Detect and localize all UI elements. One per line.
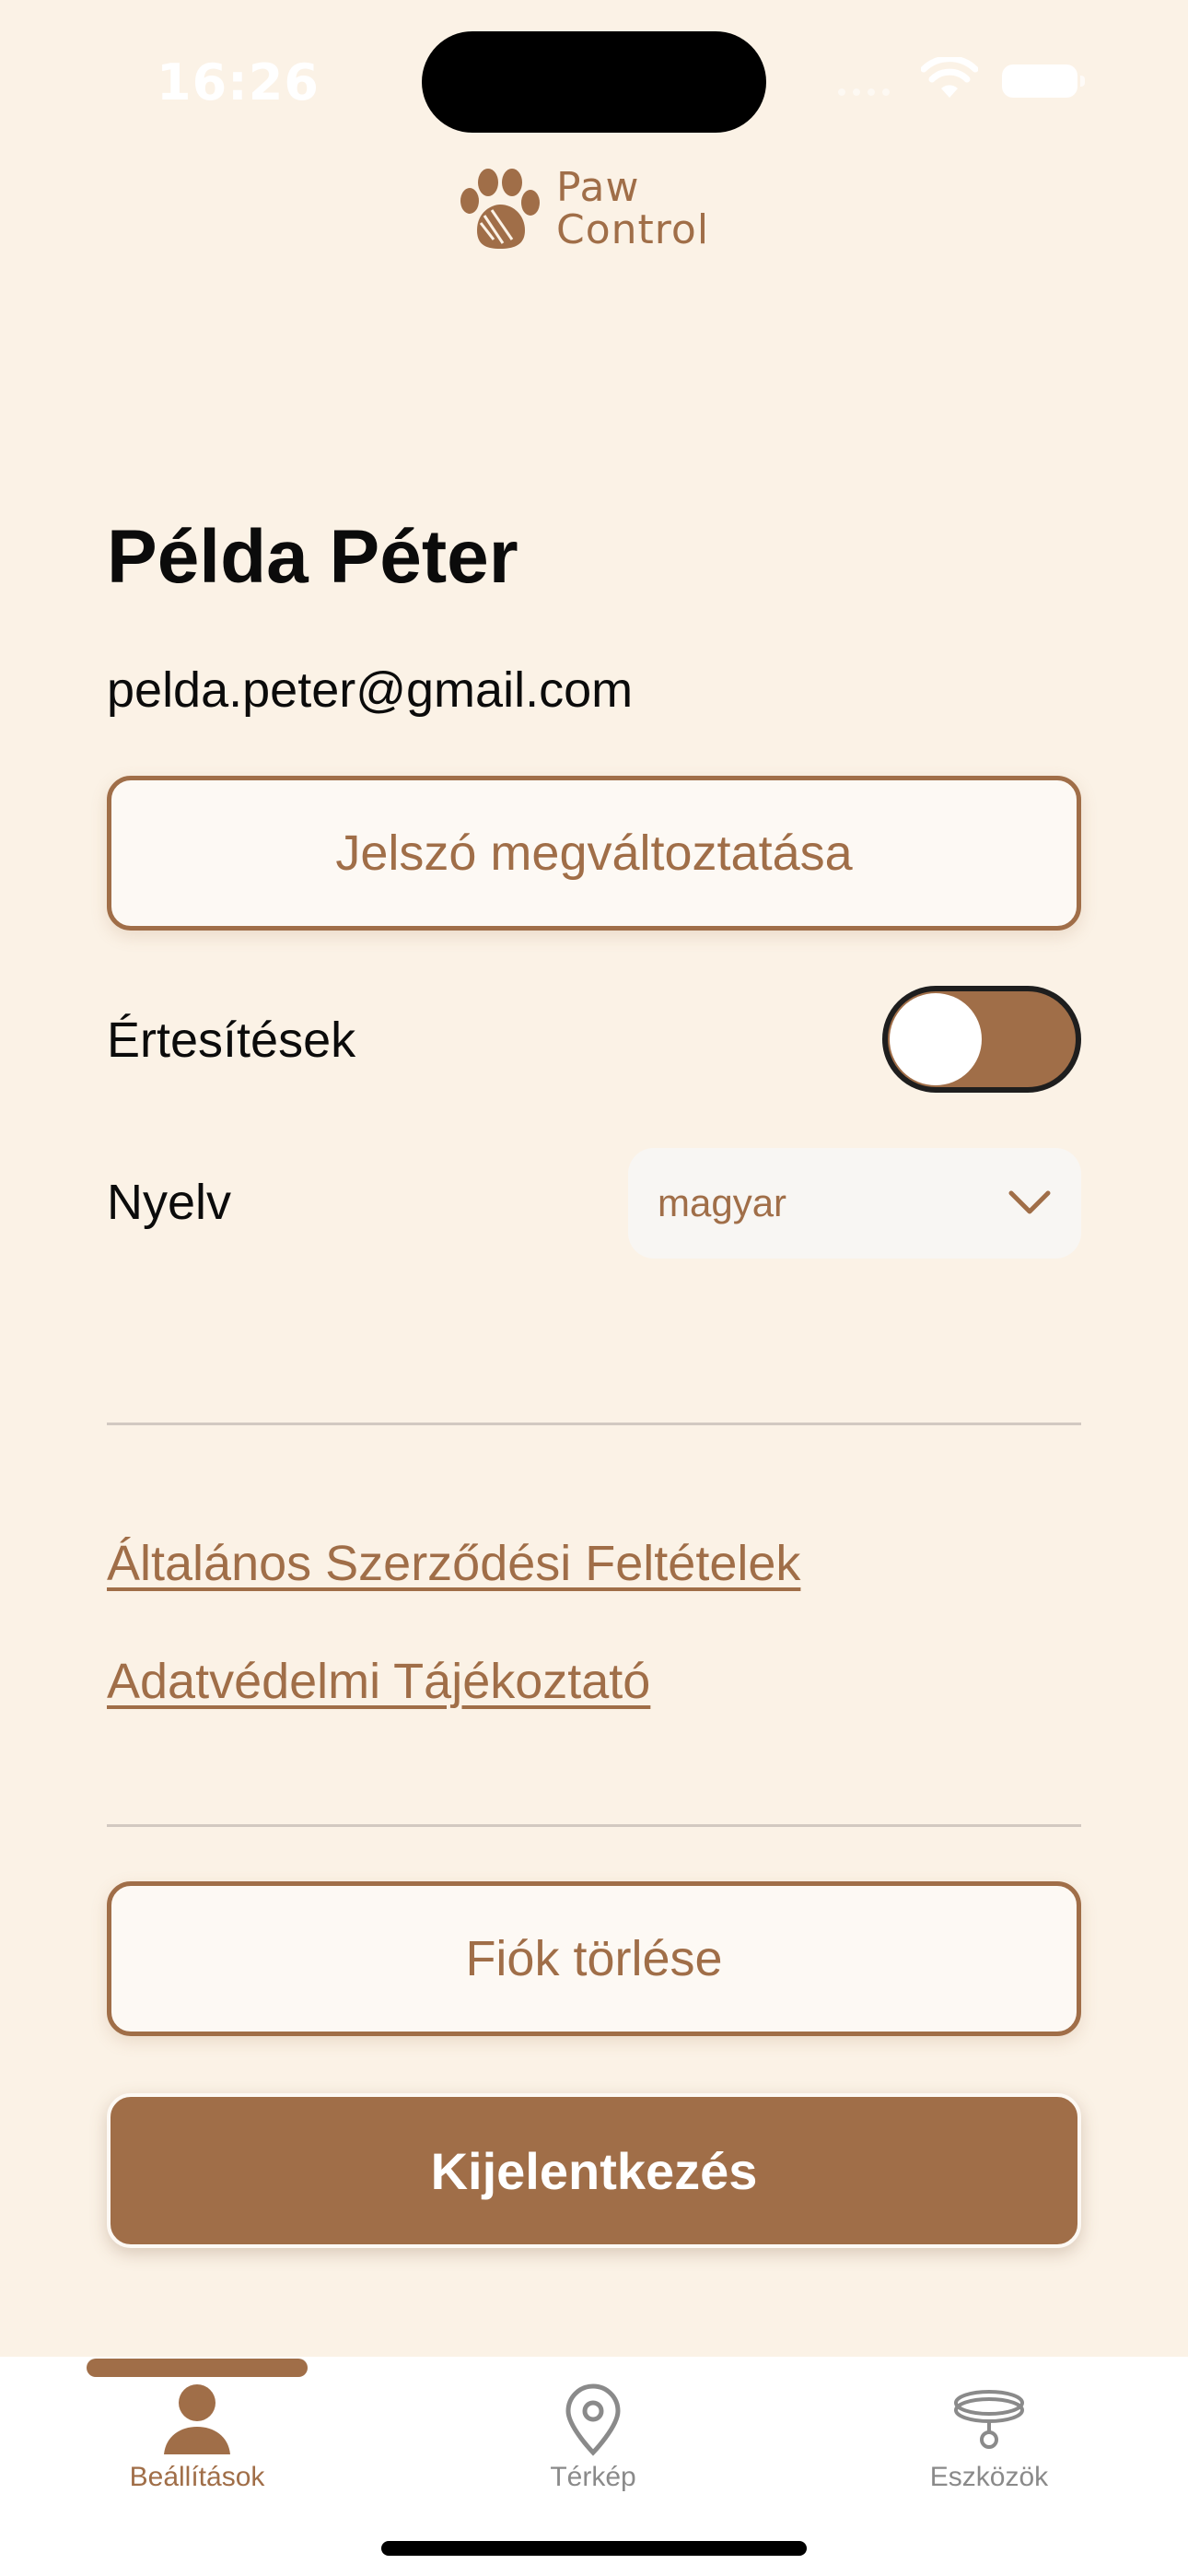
notifications-label: Értesítések [107, 1013, 356, 1068]
tab-label-map: Térkép [550, 2462, 636, 2492]
logo-text-control: Control [556, 206, 710, 253]
toggle-knob [890, 993, 982, 1085]
privacy-link[interactable]: Adatvédelmi Tájékoztató [107, 1653, 650, 1710]
divider [107, 1824, 1081, 1827]
tab-label-devices: Eszközök [929, 2462, 1049, 2492]
battery-icon [1002, 64, 1085, 98]
cellular-signal-icon [838, 88, 890, 96]
paw-logo-icon [460, 169, 540, 249]
language-label: Nyelv [107, 1175, 232, 1230]
paw-control-logo: Paw Control [457, 166, 709, 252]
active-tab-indicator [87, 2359, 308, 2377]
wifi-icon [921, 57, 978, 98]
logout-button[interactable]: Kijelentkezés [107, 2093, 1081, 2248]
notifications-toggle[interactable] [882, 986, 1081, 1093]
tab-label-settings: Beállítások [129, 2462, 265, 2492]
logo-text-paw: Paw [556, 164, 640, 211]
language-select[interactable]: magyar [628, 1148, 1081, 1259]
language-select-value: magyar [658, 1181, 787, 1224]
tab-settings[interactable]: Beállítások [87, 2383, 308, 2493]
change-password-button[interactable]: Jelszó megváltoztatása [107, 776, 1081, 931]
divider [107, 1423, 1081, 1425]
terms-link[interactable]: Általános Szerződési Feltételek [107, 1535, 800, 1592]
chevron-down-icon [1008, 1190, 1051, 1214]
collar-icon [954, 2390, 1024, 2449]
dynamic-island [422, 31, 766, 133]
tab-map[interactable]: Térkép [483, 2383, 704, 2493]
user-email: pelda.peter@gmail.com [107, 662, 634, 718]
map-pin-icon [565, 2383, 621, 2456]
tab-devices[interactable]: Eszközök [879, 2383, 1100, 2493]
user-name: Példa Péter [107, 515, 518, 599]
delete-account-button[interactable]: Fiók törlése [107, 1881, 1081, 2036]
person-icon [164, 2384, 230, 2454]
home-indicator [381, 2541, 807, 2556]
status-bar-time: 16:26 [157, 53, 320, 111]
